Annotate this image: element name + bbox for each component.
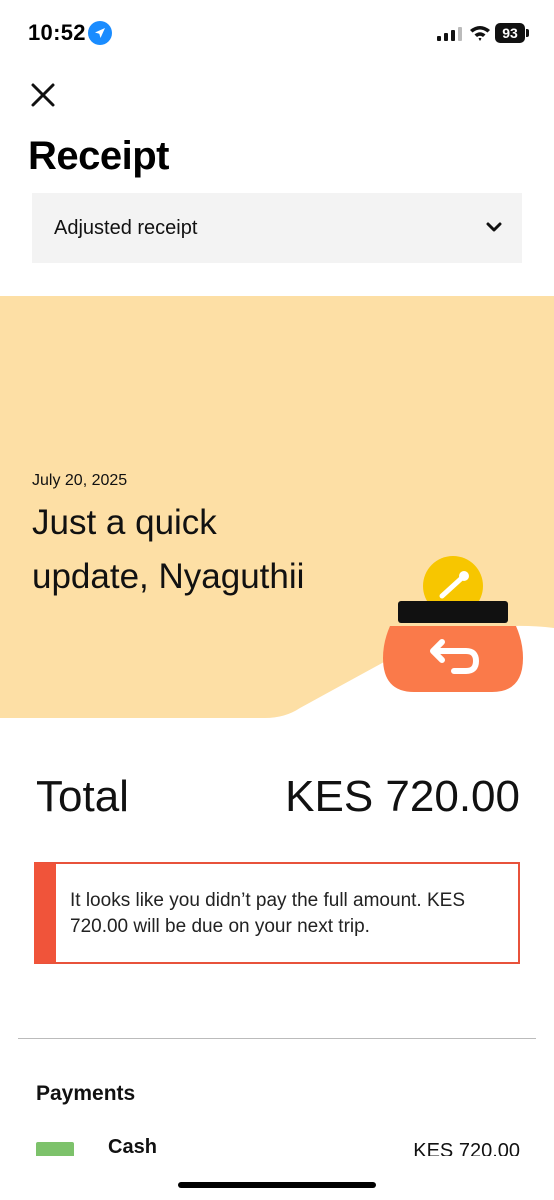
hero-banner: July 20, 2025 Just a quick update, Nyagu…: [0, 296, 554, 720]
close-icon: [31, 83, 55, 107]
payment-row: Cash KES 720.00: [36, 1136, 520, 1156]
payments-heading: Payments: [36, 1082, 136, 1105]
receipt-type-value: Adjusted receipt: [54, 217, 198, 239]
payment-method: Cash: [108, 1136, 157, 1156]
close-button[interactable]: [28, 80, 58, 110]
total-row: Total KES 720.00: [36, 772, 520, 832]
status-time: 10:52: [28, 20, 86, 45]
receipt-date: July 20, 2025: [32, 472, 128, 489]
total-label: Total: [36, 772, 129, 821]
location-arrow-icon: [88, 21, 112, 45]
wifi-icon: [470, 26, 490, 41]
home-indicator[interactable]: [178, 1182, 376, 1188]
payment-amount: KES 720.00: [413, 1140, 520, 1156]
battery-icon: 93: [495, 23, 529, 43]
status-bar: 10:52 93: [0, 0, 554, 64]
cellular-signal-icon: [437, 27, 462, 41]
chevron-down-icon: [486, 222, 502, 232]
receipt-type-dropdown[interactable]: Adjusted receipt: [32, 193, 522, 263]
greeting-heading: Just a quick update, Nyaguthii: [32, 503, 305, 596]
divider: [18, 1038, 536, 1039]
notice-text: It looks like you didn’t pay the full am…: [70, 890, 465, 937]
cash-icon: [36, 1142, 74, 1156]
total-amount: KES 720.00: [285, 772, 520, 821]
unpaid-balance-notice: It looks like you didn’t pay the full am…: [34, 862, 520, 964]
wallet-refund-icon: [383, 556, 523, 692]
battery-level: 93: [495, 23, 525, 43]
page-title: Receipt: [28, 134, 170, 178]
